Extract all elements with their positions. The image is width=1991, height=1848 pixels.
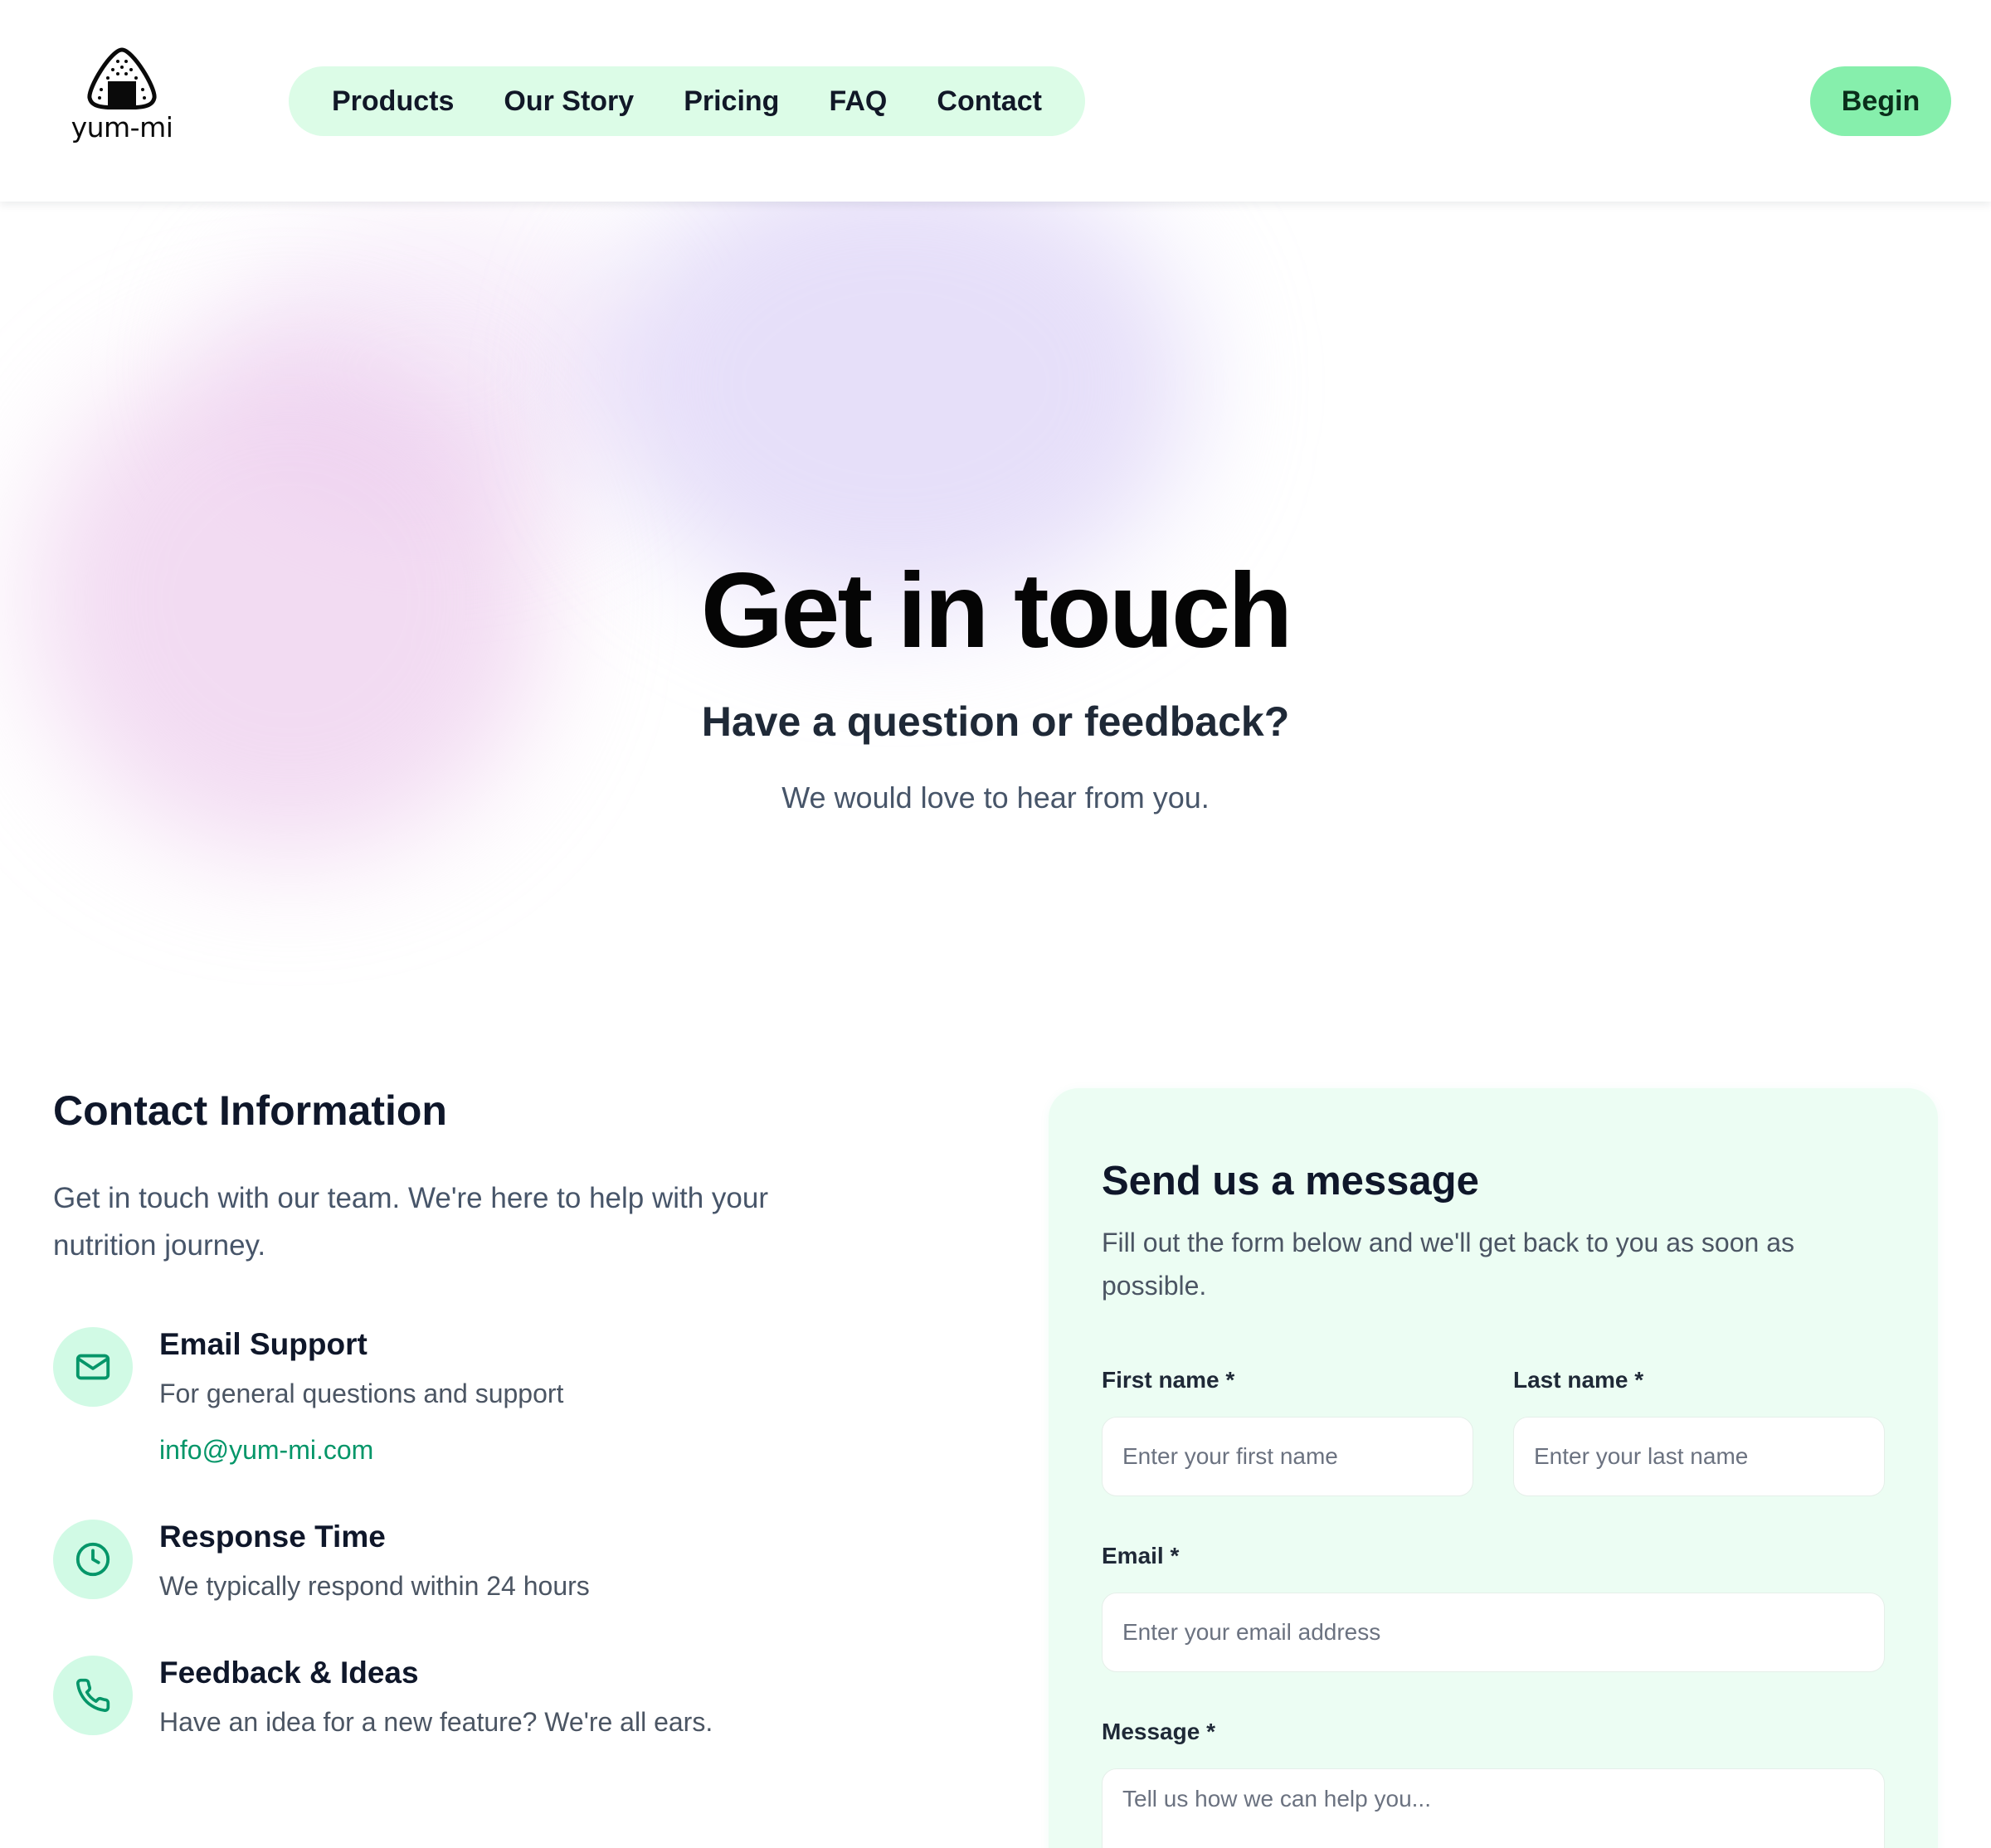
- form-description: Fill out the form below and we'll get ba…: [1102, 1228, 1794, 1301]
- first-name-label: First name *: [1102, 1367, 1235, 1393]
- hero-section: Get in touch Have a question or feedback…: [0, 202, 1991, 1031]
- contact-item-title: Response Time: [159, 1520, 386, 1554]
- hero-description: We would love to hear from you.: [781, 781, 1210, 815]
- nav-item-our-story[interactable]: Our Story: [494, 85, 644, 118]
- nav-item-pricing[interactable]: Pricing: [674, 85, 789, 118]
- first-name-field[interactable]: [1102, 1417, 1473, 1496]
- clock-icon: [53, 1520, 133, 1599]
- contact-information: Contact Information Get in touch with ou…: [53, 1087, 883, 1737]
- contact-item-feedback: Feedback & Ideas Have an idea for a new …: [53, 1656, 800, 1747]
- nav-item-contact[interactable]: Contact: [927, 85, 1052, 118]
- form-title: Send us a message: [1102, 1159, 1479, 1204]
- phone-icon: [53, 1656, 133, 1735]
- message-label: Message *: [1102, 1719, 1215, 1744]
- onigiri-icon: [87, 47, 157, 109]
- contact-item-title: Email Support: [159, 1327, 368, 1361]
- message-field[interactable]: [1102, 1768, 1885, 1848]
- contact-item-description: We typically respond within 24 hours: [159, 1571, 590, 1601]
- contact-info-title: Contact Information: [53, 1087, 447, 1134]
- begin-button[interactable]: Begin: [1810, 66, 1951, 136]
- main-nav: Products Our Story Pricing FAQ Contact: [289, 66, 1085, 136]
- contact-item-description: For general questions and support: [159, 1379, 564, 1408]
- contact-info-description: Get in touch with our team. We're here t…: [53, 1182, 769, 1262]
- nav-item-faq[interactable]: FAQ: [819, 85, 897, 118]
- email-label: Email *: [1102, 1543, 1180, 1568]
- contact-item-email: Email Support For general questions and …: [53, 1327, 800, 1476]
- mail-icon: [53, 1327, 133, 1407]
- page-title: Get in touch: [700, 552, 1293, 670]
- contact-item-description: Have an idea for a new feature? We're al…: [159, 1707, 713, 1737]
- contact-item-response-time: Response Time We typically respond withi…: [53, 1520, 800, 1611]
- last-name-label: Last name *: [1513, 1367, 1644, 1393]
- hero-subtitle: Have a question or feedback?: [701, 698, 1290, 745]
- contact-form-card: Send us a message Fill out the form belo…: [1049, 1088, 1938, 1848]
- brand-name: yum-mi: [71, 111, 173, 143]
- contact-item-title: Feedback & Ideas: [159, 1656, 419, 1690]
- email-field[interactable]: [1102, 1593, 1885, 1672]
- last-name-field[interactable]: [1513, 1417, 1885, 1496]
- brand-logo[interactable]: yum-mi: [66, 46, 178, 146]
- nav-item-products[interactable]: Products: [322, 85, 464, 118]
- site-header: yum-mi Products Our Story Pricing FAQ Co…: [0, 0, 1991, 202]
- support-email-link[interactable]: info@yum-mi.com: [159, 1435, 373, 1466]
